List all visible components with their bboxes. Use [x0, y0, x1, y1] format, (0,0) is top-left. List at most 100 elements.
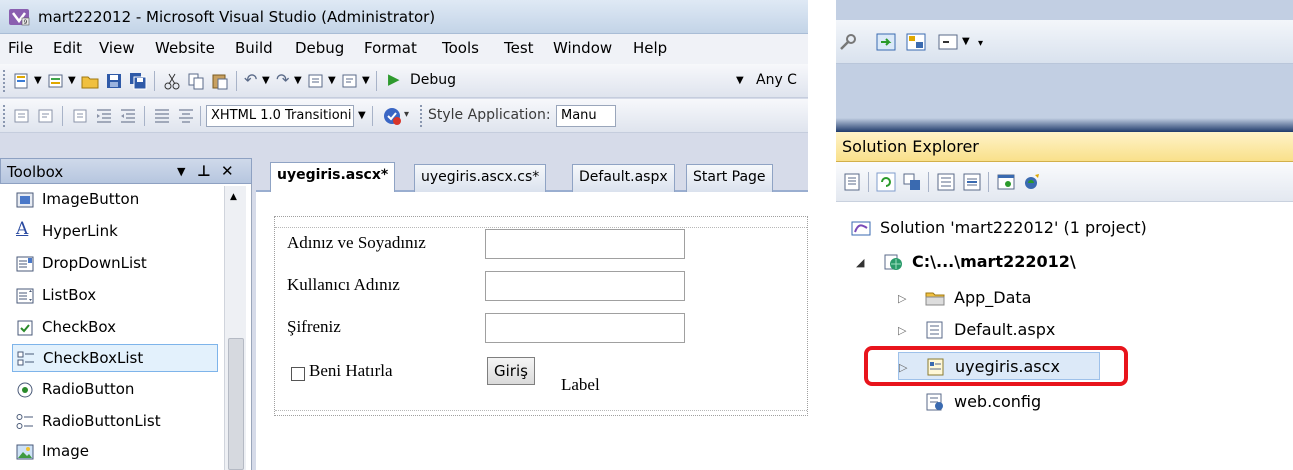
solution-explorer-toggle-icon[interactable] [876, 32, 896, 52]
doctype-combo[interactable]: XHTML 1.0 Transitioni [206, 105, 354, 127]
formatting-toolbar: XHTML 1.0 Transitioni ▼ ▾ Style Applicat… [0, 99, 808, 133]
chevron-down-icon[interactable]: ▼ [962, 36, 970, 47]
solution-platform-combo[interactable]: Any C [752, 70, 808, 92]
align-icon[interactable] [152, 106, 172, 126]
navigate-forward-icon[interactable] [340, 71, 360, 91]
view-designer-icon[interactable] [962, 172, 982, 192]
tab-uyegiris-ascx[interactable]: uyegiris.ascx* [270, 162, 396, 192]
nest-related-files-icon[interactable] [902, 172, 922, 192]
format-icon[interactable] [36, 106, 56, 126]
toolbar-grip[interactable] [3, 70, 7, 92]
view-in-browser-icon[interactable] [996, 172, 1016, 192]
properties-window-icon[interactable] [906, 32, 926, 52]
tab-default-aspx[interactable]: Default.aspx [572, 164, 675, 192]
chevron-down-icon[interactable]: ▼ [294, 75, 302, 86]
menu-help[interactable]: Help [633, 39, 667, 57]
login-button[interactable]: Giriş [487, 357, 535, 385]
toolbar-grip[interactable] [3, 105, 7, 127]
paste-icon[interactable] [210, 71, 230, 91]
redo-icon[interactable]: ↷ [276, 70, 289, 89]
toolbox-item-dropdownlist[interactable]: DropDownList [12, 250, 218, 278]
tree-item-label: web.config [954, 392, 1042, 411]
toolbox-item-listbox[interactable]: ListBox [12, 282, 218, 310]
menu-build[interactable]: Build [235, 39, 273, 57]
scrollbar-thumb[interactable] [228, 338, 244, 470]
expand-arrow-icon[interactable]: ▷ [898, 324, 906, 337]
toolbox-item-checkbox[interactable]: CheckBox [12, 314, 218, 342]
menu-website[interactable]: Website [155, 39, 215, 57]
username-input[interactable] [485, 271, 685, 301]
toolbar-separator [200, 106, 201, 126]
outdent-icon[interactable] [94, 106, 114, 126]
comment-icon[interactable] [70, 106, 90, 126]
chevron-down-icon[interactable]: ▼ [362, 75, 370, 86]
toolbar-grip[interactable] [420, 105, 424, 127]
scroll-up-icon[interactable]: ▲ [230, 192, 237, 202]
format-icon[interactable] [12, 106, 32, 126]
menu-edit[interactable]: Edit [53, 39, 82, 57]
chevron-down-icon[interactable]: ▼ [736, 75, 744, 86]
properties-icon[interactable] [842, 172, 862, 192]
copy-icon[interactable] [186, 71, 206, 91]
checkbox-icon [17, 320, 33, 336]
toolbar-overflow-icon[interactable]: ▾ [404, 109, 409, 120]
menu-view[interactable]: View [99, 39, 135, 57]
toolbox-item-imagebutton[interactable]: ImageButton [12, 186, 218, 214]
password-input[interactable] [485, 313, 685, 343]
add-item-icon[interactable] [46, 71, 66, 91]
toolbar-separator [988, 172, 989, 192]
chevron-down-icon[interactable]: ▼ [68, 75, 76, 86]
start-debugging-icon[interactable]: ▶ [388, 70, 400, 88]
name-input[interactable] [485, 229, 685, 259]
toolbox-item-radiobutton[interactable]: RadioButton [12, 376, 218, 404]
radiobutton-icon [17, 382, 33, 398]
toolbox-window-icon[interactable] [938, 32, 958, 52]
save-icon[interactable] [104, 71, 124, 91]
toolbox-scrollbar[interactable]: ▲ [224, 186, 246, 470]
menu-tools[interactable]: Tools [442, 39, 479, 57]
collapse-arrow-icon[interactable]: ◢ [856, 256, 864, 269]
menu-window[interactable]: Window [553, 39, 612, 57]
design-surface-table[interactable]: Adınız ve Soyadınız Kullanıcı Adınız Şif… [274, 216, 808, 416]
cut-icon[interactable] [162, 71, 182, 91]
chevron-down-icon[interactable]: ▼ [328, 75, 336, 86]
close-icon[interactable]: ✕ [221, 162, 234, 180]
tab-uyegiris-ascx-cs[interactable]: uyegiris.ascx.cs* [414, 164, 547, 192]
toolbox-item-checkboxlist[interactable]: CheckBoxList [12, 344, 218, 372]
menu-test[interactable]: Test [504, 39, 534, 57]
toolbox-item-radiobuttonlist[interactable]: RadioButtonList [12, 408, 218, 436]
refresh-icon[interactable] [876, 172, 896, 192]
toolbox-item-image[interactable]: Image [12, 438, 218, 466]
open-folder-icon[interactable] [80, 71, 100, 91]
style-application-value: Manu [561, 108, 597, 123]
align-center-icon[interactable] [176, 106, 196, 126]
style-application-combo[interactable]: Manu [556, 105, 616, 127]
chevron-down-icon[interactable]: ▼ [34, 75, 42, 86]
asp-net-configuration-icon[interactable] [1022, 172, 1042, 192]
aspx-file-icon [926, 321, 943, 339]
solution-platform-value: Any C [756, 72, 797, 88]
save-all-icon[interactable] [128, 71, 148, 91]
check-page-icon[interactable] [382, 106, 402, 126]
undo-icon[interactable]: ↶ [244, 70, 257, 89]
toolbox-item-hyperlink[interactable]: A HyperLink [12, 218, 218, 246]
chevron-down-icon[interactable]: ▼ [262, 75, 270, 86]
tools-icon[interactable] [838, 32, 858, 52]
toolbar-overflow-icon[interactable]: ▾ [978, 38, 983, 49]
window-position-icon[interactable]: ▼ [177, 165, 185, 178]
expand-arrow-icon[interactable]: ▷ [898, 292, 906, 305]
solution-configuration-combo[interactable]: Debug [406, 70, 556, 92]
remember-me-checkbox[interactable] [291, 367, 305, 381]
view-code-icon[interactable] [936, 172, 956, 192]
menu-format[interactable]: Format [364, 39, 417, 57]
menu-debug[interactable]: Debug [295, 39, 344, 57]
navigate-backward-icon[interactable] [306, 71, 326, 91]
pin-icon[interactable]: ⊥ [197, 162, 211, 180]
tab-start-page[interactable]: Start Page [686, 164, 773, 192]
menu-file[interactable]: File [8, 39, 33, 57]
chevron-down-icon[interactable]: ▼ [358, 110, 366, 121]
indent-icon[interactable] [118, 106, 138, 126]
toolbar-separator [376, 71, 377, 91]
new-project-icon[interactable] [12, 71, 32, 91]
status-label: Label [561, 375, 600, 394]
